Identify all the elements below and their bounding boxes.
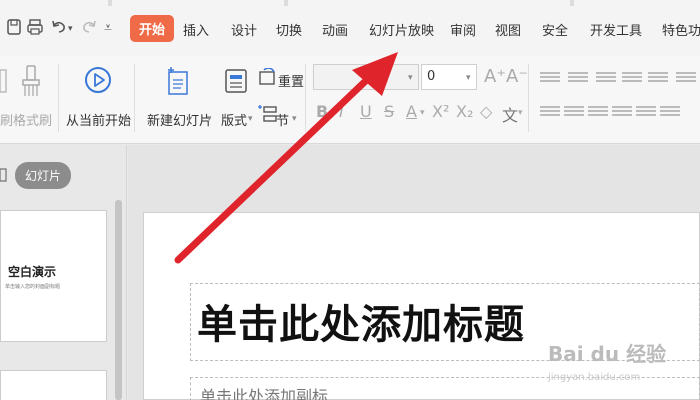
align-left-icon[interactable] [540, 104, 560, 118]
decrease-indent-icon[interactable] [596, 70, 616, 84]
slide-thumbnail[interactable] [0, 370, 107, 400]
chevron-down-icon[interactable]: ▾ [248, 114, 253, 124]
chevron-down-icon[interactable]: ▾ [518, 108, 523, 118]
thumbnail-title: 空白演示 [8, 265, 57, 279]
print-icon[interactable] [26, 18, 44, 40]
new-slide-icon[interactable] [165, 66, 191, 100]
increase-font-icon[interactable]: A⁺ [484, 66, 506, 87]
thumbnail-scrollbar[interactable] [115, 200, 122, 400]
align-right-icon[interactable] [588, 104, 608, 118]
subscript-icon[interactable]: X₂ [456, 102, 473, 121]
strikethrough-icon[interactable]: S [384, 102, 394, 121]
reset-icon[interactable] [258, 67, 278, 90]
layout-icon[interactable] [224, 68, 248, 98]
chevron-down-icon[interactable]: ▾ [292, 114, 297, 124]
chevron-down-icon[interactable]: ▾ [123, 114, 128, 124]
play-icon[interactable] [84, 66, 112, 98]
outline-view-icon[interactable] [0, 167, 8, 186]
thumbnail-subtitle: 单击输入您的封面副标题 [5, 284, 61, 290]
ribbon-separator [58, 64, 59, 132]
tab-insert[interactable]: 插入 [183, 20, 209, 39]
customize-quick-access-icon[interactable]: ⩡ [104, 20, 112, 36]
slide-thumbnail[interactable]: 空白演示 单击输入您的封面副标题 [0, 210, 107, 342]
chevron-down-icon[interactable]: ▾ [408, 73, 413, 83]
decrease-font-icon[interactable]: A⁻ [506, 66, 528, 87]
partial-command-icon [0, 68, 8, 98]
slide-title-placeholder[interactable]: 单击此处添加标题 [197, 292, 525, 350]
chevron-down-icon[interactable]: ▾ [420, 108, 425, 118]
chevron-down-icon[interactable]: ▾ [207, 114, 212, 124]
bullet-list-icon[interactable] [540, 70, 560, 84]
italic-icon[interactable]: I [339, 102, 344, 121]
dropdown-icon[interactable]: ▾ [68, 24, 73, 34]
slides-tab[interactable]: 幻灯片 [15, 162, 72, 189]
format-painter-button[interactable]: 格式刷 [13, 110, 52, 129]
section-icon[interactable] [258, 104, 278, 128]
tab-developer-tools[interactable]: 开发工具 [590, 20, 642, 39]
numbered-list-icon[interactable] [568, 70, 588, 84]
line-spacing-icon[interactable] [660, 104, 680, 118]
tab-review[interactable]: 审阅 [450, 20, 476, 39]
font-color-icon[interactable]: A [406, 102, 417, 121]
clear-format-icon[interactable]: ◇ [480, 102, 492, 121]
bold-icon[interactable]: B [316, 102, 328, 121]
align-center-icon[interactable] [564, 104, 584, 118]
ribbon-separator [305, 64, 306, 132]
ribbon-separator [528, 64, 529, 132]
section-button[interactable]: 节 [276, 110, 289, 129]
slide-subtitle-placeholder[interactable]: 单击此处添加副标 [200, 383, 328, 400]
reset-button[interactable]: 重置 [278, 71, 304, 90]
distribute-icon[interactable] [636, 104, 656, 118]
partial-command-label[interactable]: 刷 [0, 110, 13, 129]
tab-design[interactable]: 设计 [231, 20, 257, 39]
tab-security[interactable]: 安全 [542, 20, 568, 39]
increase-indent-icon[interactable] [622, 70, 642, 84]
format-painter-icon[interactable] [20, 64, 42, 102]
tab-home[interactable]: 开始 [130, 15, 175, 42]
play-from-current-button[interactable]: 从当前开始 [66, 110, 131, 129]
chevron-down-icon[interactable]: ▾ [466, 73, 471, 83]
baidu-watermark: Bai du 经验 [548, 342, 667, 366]
font-name-input[interactable] [313, 64, 419, 90]
text-direction-icon[interactable] [648, 70, 668, 84]
tab-slideshow[interactable]: 幻灯片放映 [369, 20, 434, 39]
tab-special-features[interactable]: 特色功能 [662, 20, 700, 39]
watermark-url: jingyan.baidu.com [548, 372, 641, 383]
tab-transition[interactable]: 切换 [276, 20, 302, 39]
ribbon-separator [134, 64, 135, 132]
underline-icon[interactable]: U [360, 102, 372, 121]
superscript-icon[interactable]: X² [432, 102, 449, 121]
tab-view[interactable]: 视图 [495, 20, 521, 39]
new-slide-button[interactable]: 新建幻灯片 [147, 110, 212, 129]
redo-icon[interactable] [80, 18, 98, 40]
layout-button[interactable]: 版式 [221, 110, 247, 129]
justify-icon[interactable] [612, 104, 632, 118]
phonetic-guide-button[interactable]: 文 [502, 102, 518, 126]
columns-icon[interactable] [676, 70, 696, 84]
tab-animation[interactable]: 动画 [322, 20, 348, 39]
undo-icon[interactable] [50, 18, 68, 40]
save-icon[interactable] [6, 18, 22, 40]
